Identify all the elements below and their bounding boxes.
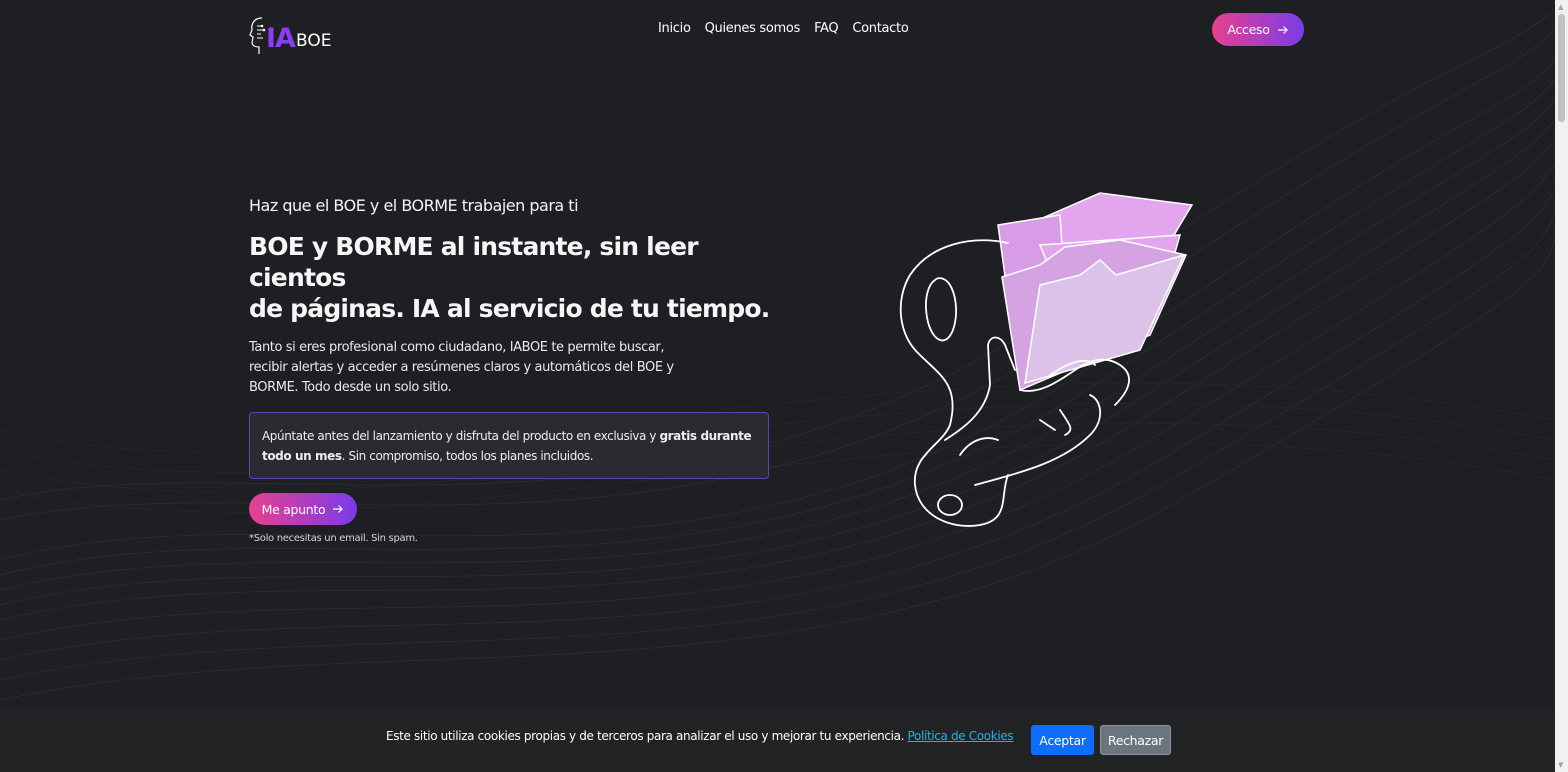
hero-description-line-1: Tanto si eres profesional como ciudadano…: [249, 340, 665, 355]
hero-title-line-2: de páginas. IA al servicio de tu tiempo.: [249, 294, 770, 323]
logo-ia: IA: [266, 23, 296, 54]
hero-eyebrow: Haz que el BOE y el BORME trabajen para …: [249, 196, 579, 215]
cookie-banner: Este sitio utiliza cookies propias y de …: [0, 709, 1555, 772]
nav-inicio[interactable]: Inicio: [658, 21, 691, 36]
signup-button[interactable]: Me apunto: [249, 493, 357, 525]
arrow-right-icon: [1277, 25, 1288, 34]
cookie-message: Este sitio utiliza cookies propias y de …: [386, 729, 905, 743]
hero-title-line-1: BOE y BORME al instante, sin leer ciento…: [249, 232, 699, 292]
site-header: IA BOE Inicio Quienes somos FAQ Contacto…: [0, 0, 1555, 60]
promo-text: Apúntate antes del lanzamiento y disfrut…: [262, 429, 660, 443]
hero-title: BOE y BORME al instante, sin leer ciento…: [249, 231, 779, 324]
hero-description-line-2: recibir alertas y acceder a resúmenes cl…: [249, 360, 674, 375]
promo-box: Apúntate antes del lanzamiento y disfrut…: [249, 412, 769, 479]
promo-text-end: . Sin compromiso, todos los planes inclu…: [341, 449, 594, 463]
arrow-right-icon: [333, 505, 344, 513]
logo-boe: BOE: [295, 31, 332, 51]
access-button[interactable]: Acceso: [1212, 13, 1304, 46]
cookie-policy-link[interactable]: Política de Cookies: [908, 729, 1014, 743]
main-nav: Inicio Quienes somos FAQ Contacto: [658, 21, 909, 36]
signup-button-label: Me apunto: [261, 501, 326, 517]
nav-faq[interactable]: FAQ: [814, 21, 839, 36]
reject-cookies-button[interactable]: Rechazar: [1100, 725, 1171, 755]
robot-head-icon: [249, 17, 266, 54]
hero-description-line-3: BORME. Todo desde un solo sitio.: [249, 380, 452, 395]
nav-contacto[interactable]: Contacto: [852, 21, 908, 36]
page-scrollbar[interactable]: ▲ ▼: [1555, 0, 1568, 772]
scroll-down-icon[interactable]: ▼: [1558, 761, 1563, 769]
access-button-label: Acceso: [1227, 22, 1270, 37]
accept-cookies-button[interactable]: Aceptar: [1031, 725, 1094, 755]
cookie-text: Este sitio utiliza cookies propias y de …: [386, 729, 1014, 743]
hero-section: Haz que el BOE y el BORME trabajen para …: [249, 196, 779, 544]
signup-note: *Solo necesitas un email. Sin spam.: [249, 533, 418, 544]
nav-quienes-somos[interactable]: Quienes somos: [705, 21, 801, 36]
hand-holding-folder-illustration: [899, 192, 1194, 527]
hero-description: Tanto si eres profesional como ciudadano…: [249, 338, 689, 398]
logo[interactable]: IA BOE: [248, 14, 331, 56]
scroll-thumb[interactable]: [1558, 14, 1565, 122]
scroll-up-icon[interactable]: ▲: [1558, 3, 1563, 11]
